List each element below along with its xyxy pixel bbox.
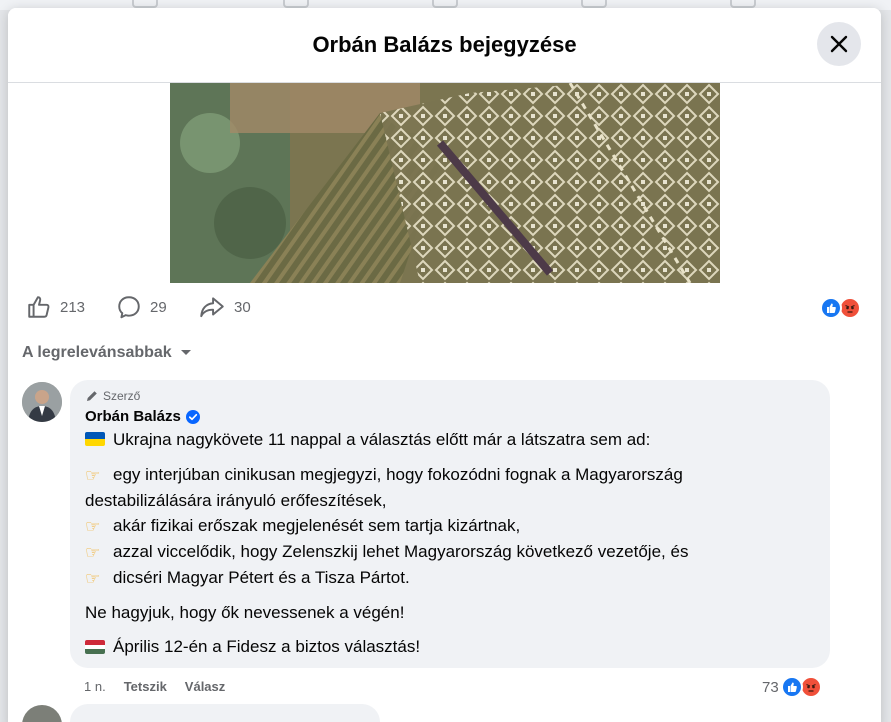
comment-closing-line: Ne hagyjuk, hogy ők nevessenek a végén! xyxy=(85,600,816,625)
share-action[interactable]: 30 xyxy=(198,294,251,320)
comment-timestamp[interactable]: 1 n. xyxy=(84,679,106,694)
comment-sort-dropdown[interactable]: A legrelevánsabbak xyxy=(22,344,192,362)
comment-final: Április 12-én a Fidesz a biztos választá… xyxy=(113,637,421,656)
comment-bullet-text: azzal viccelődik, hogy Zelenszkij lehet … xyxy=(113,542,689,561)
groups-icon xyxy=(581,0,607,8)
dialog-header: Orbán Balázs bejegyzése xyxy=(8,8,881,83)
pencil-icon xyxy=(87,391,97,401)
dialog-title: Orbán Balázs bejegyzése xyxy=(312,32,577,57)
comment-bullet-text: destabilizálására irányuló erőfeszítések… xyxy=(85,491,387,510)
marketplace-icon xyxy=(432,0,458,8)
close-button[interactable] xyxy=(817,22,861,66)
comment-reactions[interactable]: 73 xyxy=(762,676,825,698)
angry-reaction-icon xyxy=(839,297,861,319)
embroidered-shirt-photo xyxy=(170,83,720,283)
comment-bullet: ☞ azzal viccelődik, hogy Zelenszkij lehe… xyxy=(85,539,816,565)
comment-bullet-continuation: destabilizálására irányuló erőfeszítések… xyxy=(85,488,816,513)
author-badge: Szerző xyxy=(85,388,816,404)
comment-meta: 1 n. Tetszik Válasz xyxy=(84,676,243,696)
post-action-bar: 213 29 30 xyxy=(8,290,881,330)
sort-label: A legrelevánsabbak xyxy=(22,344,172,361)
comment-bullet-text: egy interjúban cinikusan megjegyzi, hogy… xyxy=(113,465,683,484)
like-icon xyxy=(28,296,50,318)
comment-count: 29 xyxy=(150,298,167,316)
pointing-hand-icon: ☞ xyxy=(85,517,101,536)
share-icon xyxy=(200,297,224,318)
comment-closing: Ne hagyjuk, hogy ők nevessenek a végén! xyxy=(85,603,405,622)
verified-badge-icon xyxy=(185,409,200,424)
video-icon xyxy=(283,0,309,8)
pointing-hand-icon: ☞ xyxy=(85,466,101,485)
reaction-summary[interactable] xyxy=(820,297,870,321)
comment-bullet: ☞ egy interjúban cinikusan megjegyzi, ho… xyxy=(85,462,816,488)
comment-reply-button[interactable]: Válasz xyxy=(185,679,225,694)
close-icon xyxy=(830,35,848,53)
author-avatar[interactable] xyxy=(22,382,62,422)
hungary-flag-icon xyxy=(85,640,105,654)
comment-final-line: Április 12-én a Fidesz a biztos választá… xyxy=(85,634,816,661)
author-badge-label: Szerző xyxy=(103,389,141,403)
like-reaction-icon xyxy=(780,676,803,698)
comment-icon xyxy=(118,296,140,319)
comment-bullet-text: dicséri Magyar Pétert és a Tisza Pártot. xyxy=(113,568,410,587)
comment-bullet: ☞ akár fizikai erőszak megjelenését sem … xyxy=(85,513,816,539)
share-count: 30 xyxy=(234,298,251,316)
chevron-down-icon xyxy=(180,350,191,355)
comment-bullet-text: akár fizikai erőszak megjelenését sem ta… xyxy=(113,516,521,535)
comment-author-name: Orbán Balázs xyxy=(85,408,181,425)
like-action[interactable]: 213 xyxy=(26,294,85,320)
post-dialog: Orbán Balázs bejegyzése 213 29 30 A legr… xyxy=(8,8,881,722)
pointing-hand-icon: ☞ xyxy=(85,543,101,562)
comment-author[interactable]: Orbán Balázs xyxy=(85,408,816,425)
angry-reaction-icon xyxy=(799,676,822,698)
post-photo[interactable] xyxy=(170,83,720,283)
next-comment-avatar[interactable] xyxy=(22,705,62,722)
next-comment-bubble xyxy=(70,704,380,722)
comment-intro: Ukrajna nagykövete 11 nappal a választás… xyxy=(113,430,651,449)
home-icon xyxy=(132,0,158,8)
comment-action[interactable]: 29 xyxy=(116,294,167,320)
comment-bubble: Szerző Orbán Balázs Ukrajna nagykövete 1… xyxy=(70,380,830,668)
comment-like-button[interactable]: Tetszik xyxy=(124,679,167,694)
comment-intro-line: Ukrajna nagykövete 11 nappal a választás… xyxy=(85,427,816,453)
ukraine-flag-icon xyxy=(85,432,105,446)
like-reaction-icon xyxy=(820,297,842,319)
pointing-hand-icon: ☞ xyxy=(85,569,101,588)
like-count: 213 xyxy=(60,298,86,316)
gaming-icon xyxy=(730,0,756,8)
comment-bullet: ☞ dicséri Magyar Pétert és a Tisza Párto… xyxy=(85,565,816,591)
comment-reaction-count: 73 xyxy=(762,678,779,696)
